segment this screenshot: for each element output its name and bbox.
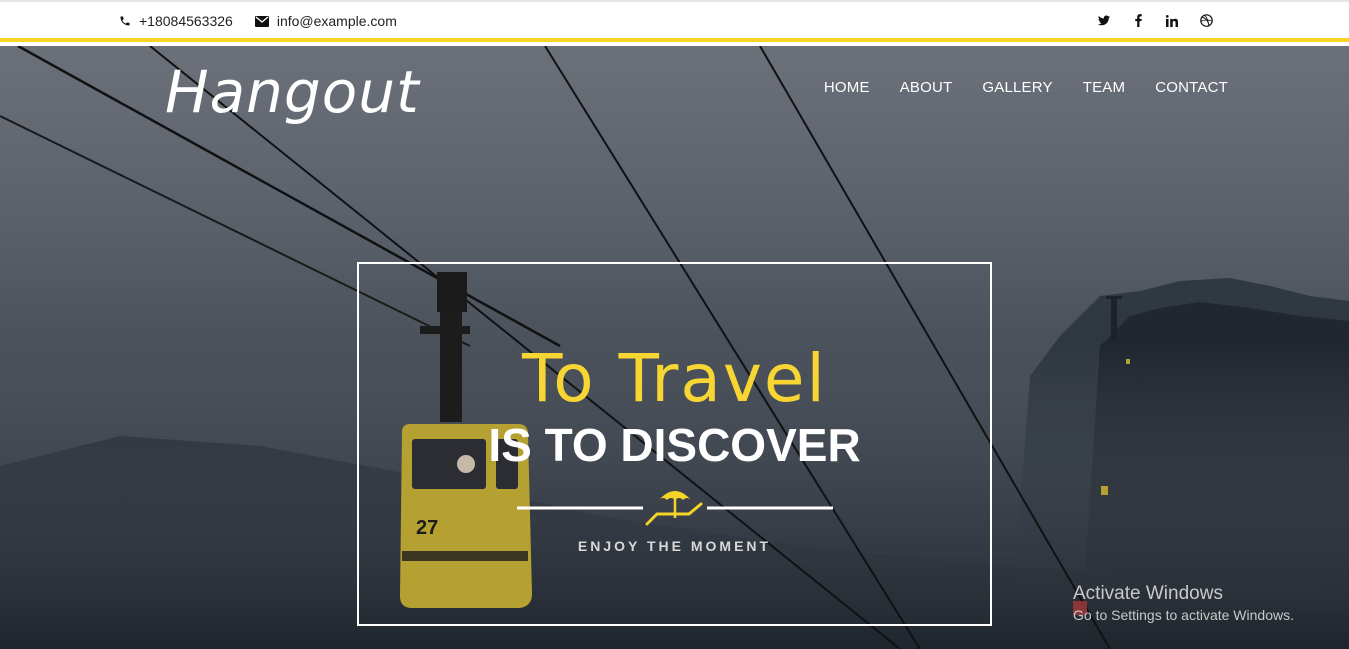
- top-contact-bar: +18084563326 info@example.com: [0, 0, 1349, 42]
- nav-contact[interactable]: CONTACT: [1155, 79, 1228, 96]
- hero-banner: 27 Hangout HOME ABOUT GALLERY TEAM CONTA…: [0, 46, 1349, 649]
- linkedin-icon[interactable]: [1155, 14, 1189, 27]
- social-links: [1087, 14, 1223, 27]
- dribbble-icon[interactable]: [1189, 14, 1223, 27]
- brand-logo[interactable]: Hangout: [165, 58, 420, 126]
- beach-umbrella-icon: [645, 491, 703, 526]
- windows-activation-watermark: Activate Windows Go to Settings to activ…: [1073, 583, 1294, 623]
- nav-team[interactable]: TEAM: [1083, 79, 1125, 96]
- email-contact[interactable]: info@example.com: [254, 13, 397, 29]
- facebook-icon[interactable]: [1121, 14, 1155, 27]
- contact-info: +18084563326 info@example.com: [119, 13, 419, 29]
- hero-caption-frame: To Travel IS TO DISCOVER ENJOY THE MOMEN…: [357, 262, 992, 626]
- email-address: info@example.com: [276, 13, 397, 29]
- nav-gallery[interactable]: GALLERY: [982, 79, 1052, 96]
- hero-tagline: ENJOY THE MOMENT: [577, 538, 772, 554]
- nav-about[interactable]: ABOUT: [900, 79, 953, 96]
- phone-contact[interactable]: +18084563326: [119, 13, 233, 29]
- envelope-icon: [254, 15, 269, 27]
- nav-home[interactable]: HOME: [824, 79, 870, 96]
- activate-windows-subtitle: Go to Settings to activate Windows.: [1073, 607, 1294, 623]
- activate-windows-title: Activate Windows: [1073, 583, 1223, 604]
- twitter-icon[interactable]: [1087, 15, 1121, 26]
- main-nav: HOME ABOUT GALLERY TEAM CONTACT: [794, 79, 1228, 96]
- hero-divider: [517, 491, 833, 526]
- phone-icon: [120, 16, 130, 26]
- hero-title-line1: To Travel: [522, 340, 827, 417]
- hero-title-line2: IS TO DISCOVER: [488, 419, 861, 471]
- phone-number: +18084563326: [139, 13, 233, 29]
